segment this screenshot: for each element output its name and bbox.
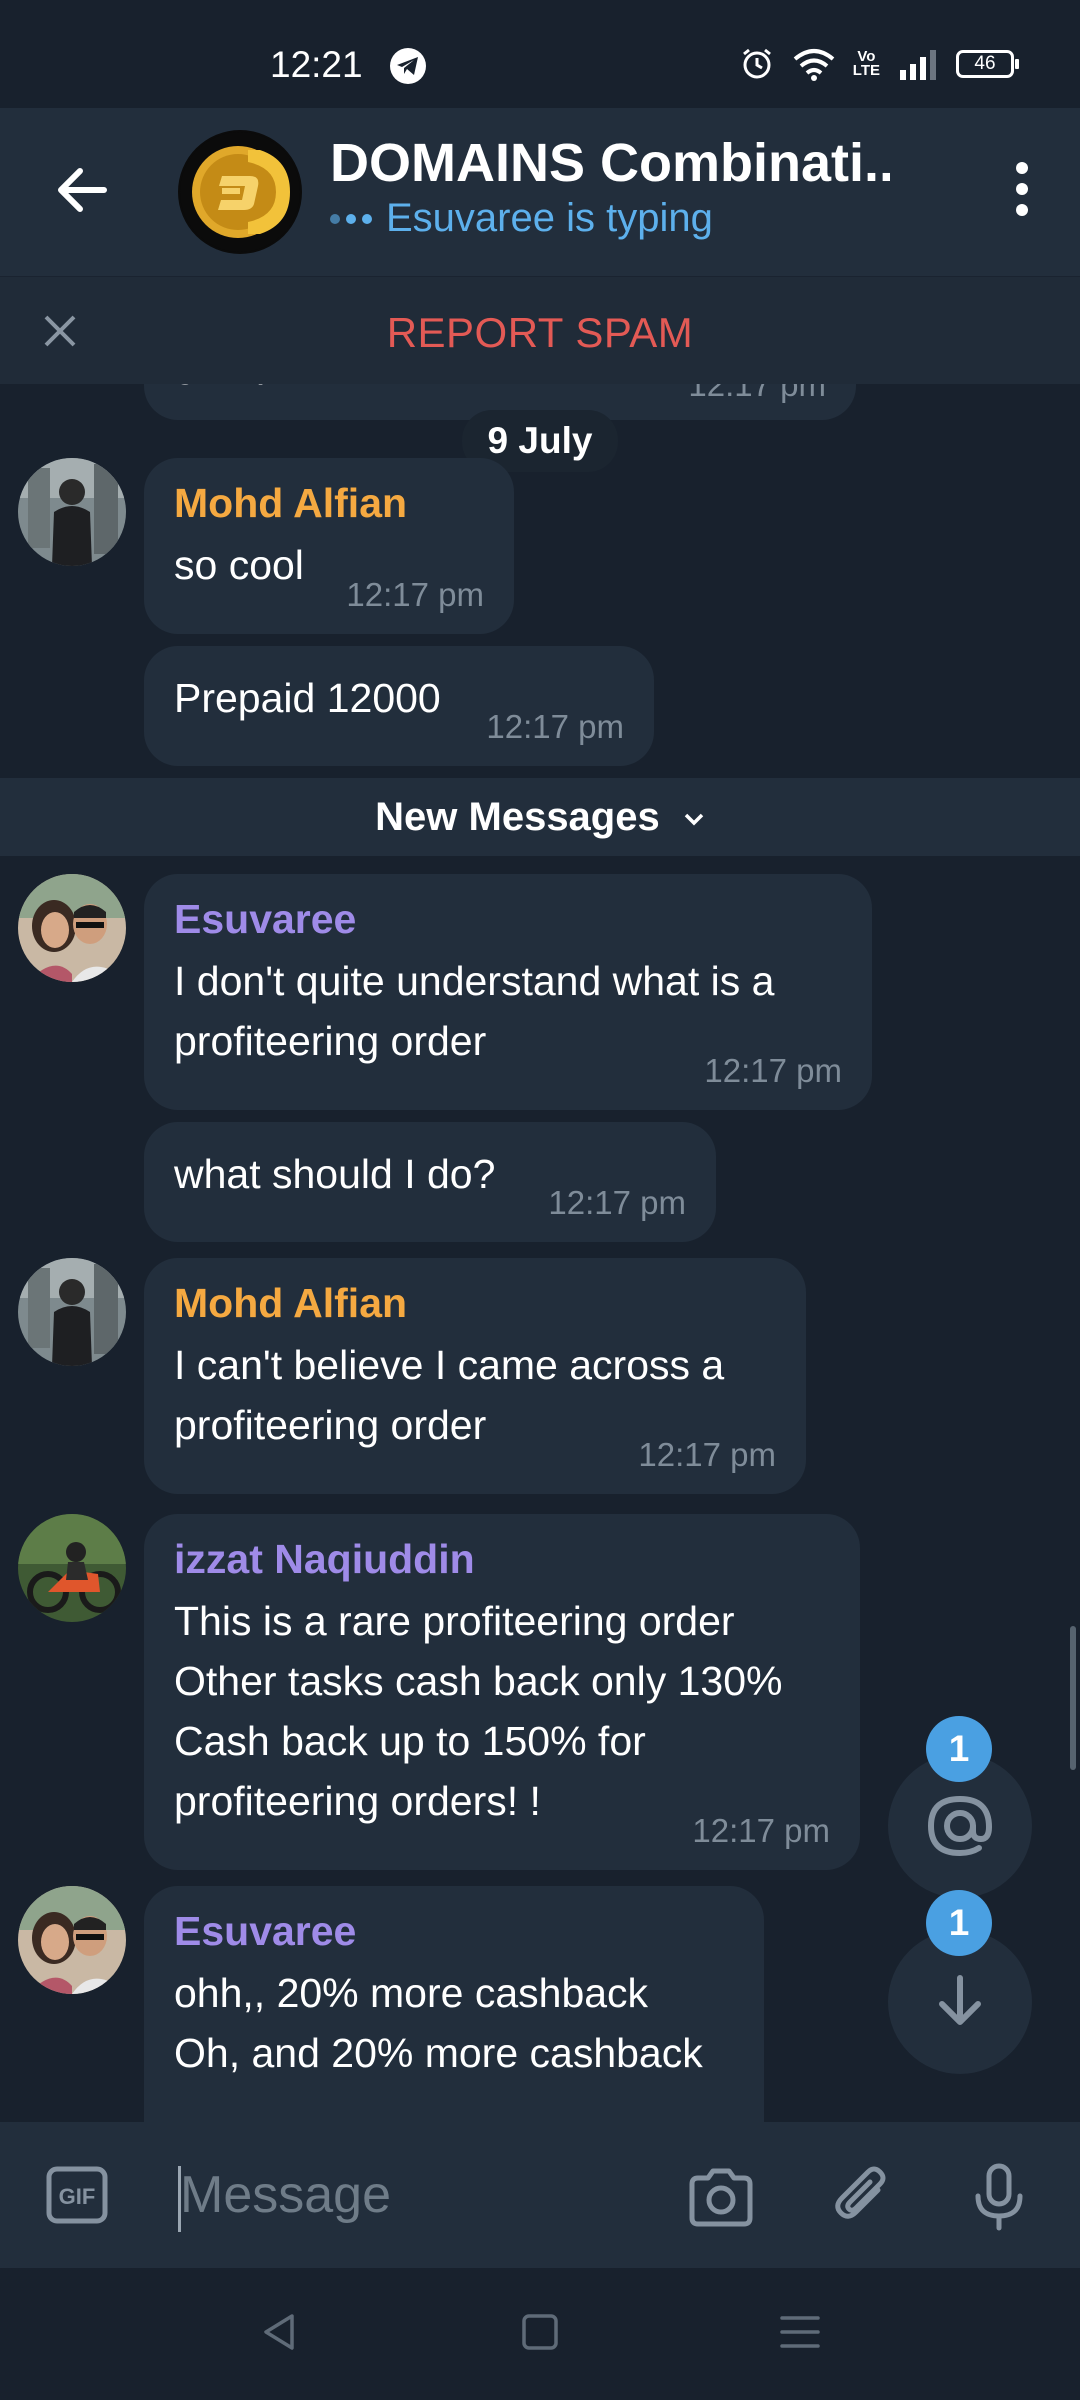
message-line: Other tasks cash back only 130% — [174, 1658, 783, 1704]
user-avatar-alfian-icon — [18, 458, 126, 566]
sender-name[interactable]: Esuvaree — [174, 1908, 734, 1955]
nav-recents-button[interactable] — [776, 2308, 824, 2356]
chevron-down-icon — [684, 814, 704, 826]
message-time: 12:17 pm — [638, 1436, 776, 1473]
avatar[interactable] — [18, 1514, 126, 1622]
message-bubble[interactable]: Mohd Alfian I can't believe I came acros… — [144, 1258, 806, 1494]
voice-message-button[interactable] — [964, 2162, 1034, 2232]
report-spam-bar: REPORT SPAM — [0, 276, 1080, 384]
message-time: 12:17 pm — [486, 708, 624, 745]
new-messages-label: New Messages — [375, 795, 660, 839]
message-time: 12:17 pm — [548, 1184, 686, 1221]
typing-dots-icon — [330, 213, 372, 224]
dash-coin-logo-icon — [180, 132, 300, 252]
chat-scrollbar[interactable] — [1070, 1626, 1076, 1770]
telegram-notification-icon — [390, 48, 426, 84]
user-avatar-alfian-icon — [18, 1258, 126, 1366]
status-time: 12:21 — [270, 44, 363, 85]
arrow-left-icon — [58, 168, 107, 212]
gif-button[interactable]: GIF — [46, 2166, 108, 2224]
nav-home-button[interactable] — [516, 2308, 564, 2356]
message-line: Cash back up to 150% for — [174, 1718, 646, 1764]
status-bar: 12:21 Vo LTE 46 — [0, 0, 1080, 108]
group-avatar[interactable] — [178, 130, 302, 254]
mentions-badge: 1 — [926, 1716, 992, 1782]
message-time: 12:17 pm — [346, 576, 484, 613]
message-bubble[interactable]: izzat Naqiuddin This is a rare profiteer… — [144, 1514, 860, 1870]
avatar[interactable] — [18, 458, 126, 566]
square-home-icon — [522, 2314, 558, 2350]
message-bubble[interactable]: Prepaid 12000 12:17 pm — [144, 646, 654, 766]
back-button[interactable] — [52, 158, 116, 222]
battery-indicator: 46 — [956, 50, 1019, 78]
triangle-back-icon — [264, 2314, 294, 2350]
user-avatar-esuvaree-icon — [18, 1886, 126, 1994]
camera-button[interactable] — [686, 2162, 756, 2232]
sender-name[interactable]: Mohd Alfian — [174, 1280, 776, 1327]
message-bubble[interactable]: Esuvaree ohh,, 20% more cashback Oh, and… — [144, 1886, 764, 2122]
status-icons: Vo LTE 46 — [739, 46, 1019, 82]
report-spam-button[interactable]: REPORT SPAM — [0, 309, 1080, 357]
sender-name[interactable]: Mohd Alfian — [174, 480, 484, 527]
message-line: Oh, and 20% more cashback — [174, 2030, 703, 2076]
unread-badge: 1 — [926, 1890, 992, 1956]
signal-icon — [900, 50, 936, 80]
attach-button[interactable] — [828, 2162, 898, 2232]
volte-indicator: Vo LTE — [852, 48, 880, 79]
more-options-button[interactable] — [1012, 162, 1032, 222]
sender-name[interactable]: izzat Naqiuddin — [174, 1536, 830, 1583]
arrow-down-icon — [939, 1975, 981, 2025]
microphone-icon — [975, 2163, 1023, 2231]
svg-text:GIF: GIF — [59, 2184, 96, 2209]
new-messages-divider: New Messages — [0, 778, 1080, 856]
message-composer: GIF — [0, 2122, 1080, 2268]
message-time: 12:17 pm — [688, 384, 826, 403]
chat-title[interactable]: DOMAINS Combinati... — [330, 132, 890, 194]
gif-icon: GIF — [46, 2166, 108, 2224]
nav-back-button[interactable] — [256, 2308, 304, 2356]
camera-icon — [689, 2168, 753, 2227]
alarm-icon — [742, 48, 771, 79]
user-avatar-esuvaree-icon — [18, 874, 126, 982]
menu-lines-icon — [780, 2316, 820, 2348]
message-line: ohh,, 20% more cashback — [174, 1970, 649, 2016]
chat-header: DOMAINS Combinati... Esuvaree is typing — [0, 108, 1080, 276]
avatar[interactable] — [18, 1258, 126, 1366]
wifi-icon — [793, 49, 835, 81]
avatar[interactable] — [18, 1886, 126, 1994]
user-avatar-izzat-icon — [18, 1514, 126, 1622]
paperclip-icon — [835, 2166, 886, 2219]
typing-status-text: Esuvaree is typing — [386, 196, 713, 240]
sender-name[interactable]: Esuvaree — [174, 896, 842, 943]
at-sign-icon — [927, 1795, 993, 1857]
message-bubble[interactable]: what should I do? 12:17 pm — [144, 1122, 716, 1242]
system-navigation-bar — [0, 2268, 1080, 2400]
message-bubble[interactable]: Mohd Alfian so cool 12:17 pm — [144, 458, 514, 634]
avatar[interactable] — [18, 874, 126, 982]
message-bubble[interactable]: Esuvaree I don't quite understand what i… — [144, 874, 872, 1110]
message-time: 12:17 pm — [692, 1812, 830, 1849]
message-input[interactable] — [180, 2160, 640, 2230]
message-time: 12:17 pm — [704, 1052, 842, 1089]
message-line: This is a rare profiteering order — [174, 1598, 735, 1644]
message-text: group. — [174, 384, 290, 392]
typing-status: Esuvaree is typing — [330, 196, 713, 241]
